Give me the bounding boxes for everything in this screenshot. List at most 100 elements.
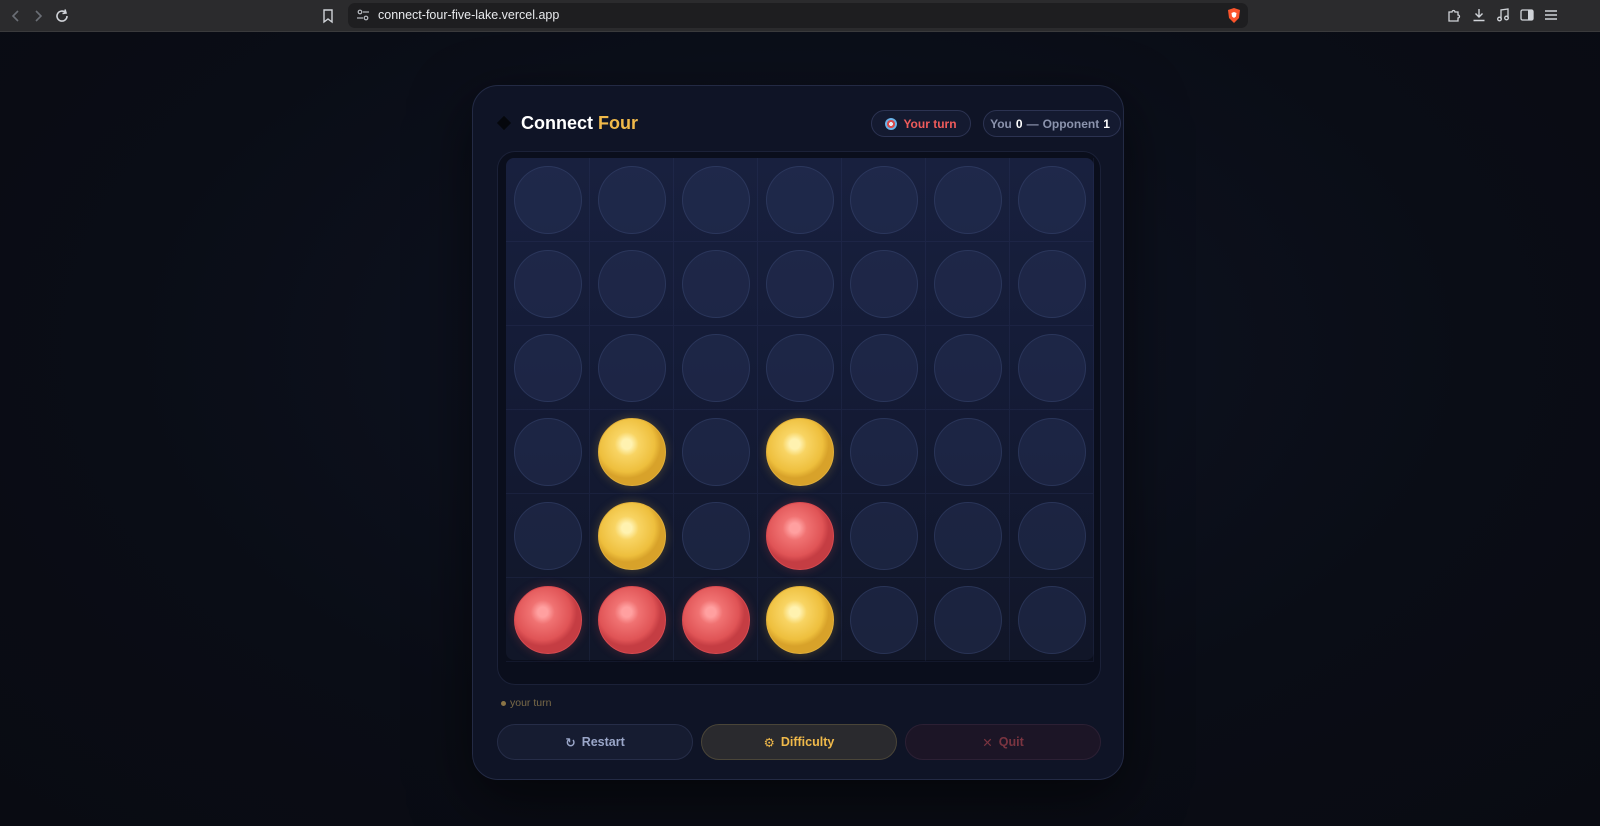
score-you-label: You [990,116,1012,131]
empty-slot [1018,250,1086,318]
board-cell[interactable] [758,326,842,410]
board-cell[interactable] [1010,242,1094,326]
bookmark-icon[interactable] [316,4,340,28]
board-cell[interactable] [758,242,842,326]
board-cell[interactable] [506,410,590,494]
empty-slot [766,334,834,402]
board-cell[interactable] [842,494,926,578]
empty-slot [850,166,918,234]
board-cell[interactable] [842,158,926,242]
empty-slot [682,502,750,570]
empty-slot [682,166,750,234]
empty-slot [1018,586,1086,654]
gear-icon: ⚙ [763,735,775,750]
board-cell[interactable] [1010,494,1094,578]
score-separator: — [1026,116,1039,131]
status-text: your turn [510,697,552,709]
turn-label: Your turn [903,116,957,131]
extensions-icon[interactable] [1443,4,1465,26]
board-cell[interactable] [926,578,1010,662]
empty-slot [850,502,918,570]
empty-slot [514,166,582,234]
board-cell[interactable] [842,578,926,662]
board-cell[interactable] [926,494,1010,578]
sidebar-icon[interactable] [1516,4,1538,26]
board-cell[interactable] [1010,410,1094,494]
empty-slot [514,418,582,486]
restart-icon: ↻ [565,735,576,750]
empty-slot [682,250,750,318]
board-cell[interactable] [1010,158,1094,242]
board-cell[interactable] [842,242,926,326]
reload-icon[interactable] [50,4,74,28]
score-opponent-value: 1 [1103,116,1110,131]
board-cell[interactable] [758,410,842,494]
board-cell[interactable] [758,578,842,662]
back-icon[interactable] [4,4,28,28]
board-cell[interactable] [758,158,842,242]
difficulty-label: Difficulty [780,735,835,749]
game-board[interactable] [506,158,1094,662]
board-cell[interactable] [674,410,758,494]
restart-button[interactable]: ↻ Restart [497,724,693,760]
board-cell[interactable] [758,494,842,578]
title-main: Connect [521,113,593,133]
board-cell[interactable] [590,578,674,662]
empty-slot [850,250,918,318]
empty-slot [934,250,1002,318]
board-cell[interactable] [506,242,590,326]
game-header: Connect Four Your turn You 0 — Opponent … [496,110,1121,138]
page-background: Connect Four Your turn You 0 — Opponent … [0,32,1600,826]
empty-slot [1018,418,1086,486]
board-cell[interactable] [674,578,758,662]
quit-button[interactable]: ✕ Quit [905,724,1101,760]
board-frame [497,151,1101,685]
board-cell[interactable] [590,326,674,410]
board-cell[interactable] [506,494,590,578]
brave-shield-icon[interactable] [1226,7,1242,24]
board-cell[interactable] [674,158,758,242]
empty-slot [850,334,918,402]
site-settings-icon[interactable] [356,8,370,22]
url-text[interactable]: connect-four-five-lake.vercel.app [378,8,559,22]
scoreboard: You 0 — Opponent 1 [983,110,1121,137]
board-cell[interactable] [1010,326,1094,410]
board-cell[interactable] [1010,578,1094,662]
board-cell[interactable] [926,158,1010,242]
address-bar[interactable]: connect-four-five-lake.vercel.app [348,3,1248,28]
board-cell[interactable] [590,494,674,578]
empty-slot [934,586,1002,654]
board-cell[interactable] [590,158,674,242]
board-cell[interactable] [674,242,758,326]
status-line: your turn [501,697,551,709]
empty-slot [934,334,1002,402]
browser-toolbar: connect-four-five-lake.vercel.app [0,0,1600,32]
red-piece [514,586,582,654]
board-cell[interactable] [842,410,926,494]
board-cell[interactable] [674,494,758,578]
board-cell[interactable] [842,326,926,410]
empty-slot [1018,334,1086,402]
yellow-piece [598,418,666,486]
board-cell[interactable] [926,242,1010,326]
turn-indicator: Your turn [871,110,971,137]
media-icon[interactable] [1492,4,1514,26]
game-title: Connect Four [521,113,638,134]
board-cell[interactable] [506,578,590,662]
empty-slot [850,418,918,486]
empty-slot [1018,502,1086,570]
board-cell[interactable] [590,242,674,326]
yellow-piece [766,418,834,486]
forward-icon[interactable] [26,4,50,28]
board-cell[interactable] [926,410,1010,494]
board-cell[interactable] [674,326,758,410]
board-cell[interactable] [926,326,1010,410]
difficulty-button[interactable]: ⚙ Difficulty [701,724,897,760]
empty-slot [598,166,666,234]
board-cell[interactable] [506,158,590,242]
download-icon[interactable] [1468,4,1490,26]
board-cell[interactable] [590,410,674,494]
board-cell[interactable] [506,326,590,410]
score-opponent-label: Opponent [1042,116,1100,131]
menu-icon[interactable] [1540,4,1562,26]
